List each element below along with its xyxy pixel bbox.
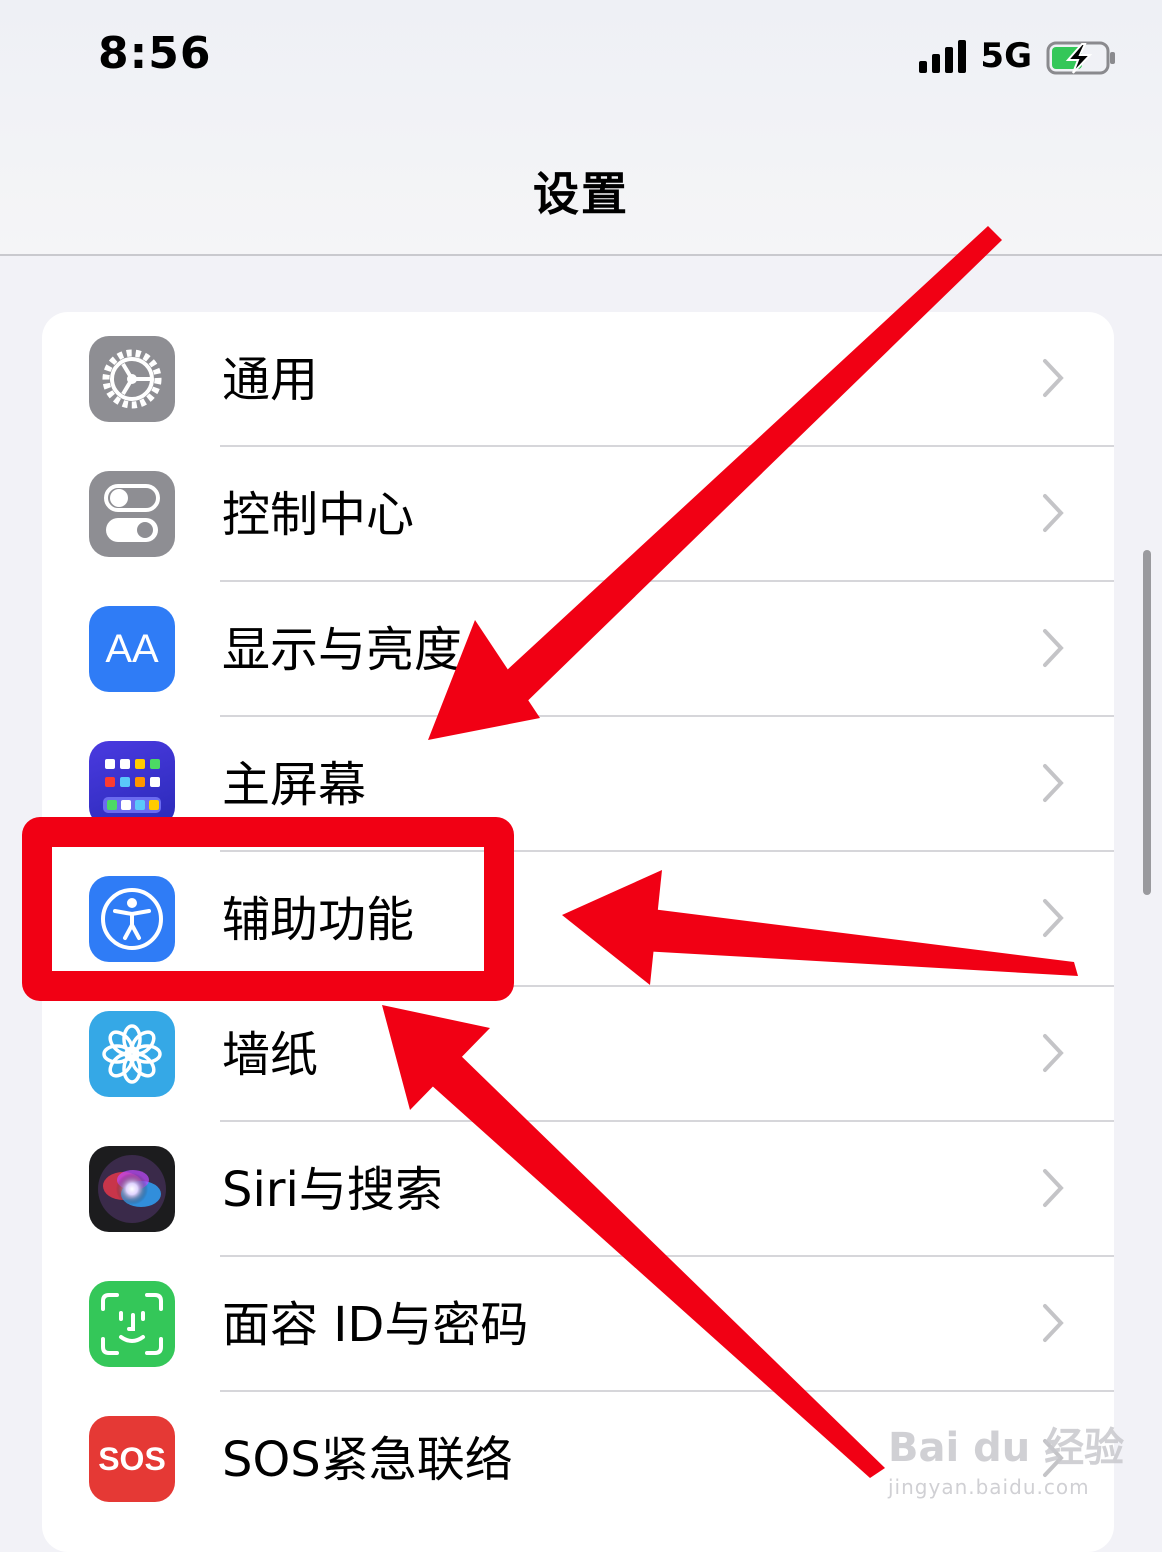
arrow-head-right xyxy=(562,870,662,985)
arrow-from-bottom xyxy=(420,1050,885,1478)
arrow-from-top-right xyxy=(480,226,1002,718)
watermark: Bai du 经验 jingyan.baidu.com xyxy=(888,1425,1125,1499)
annotation-arrows xyxy=(382,226,1078,1478)
arrow-from-right xyxy=(620,905,1078,976)
